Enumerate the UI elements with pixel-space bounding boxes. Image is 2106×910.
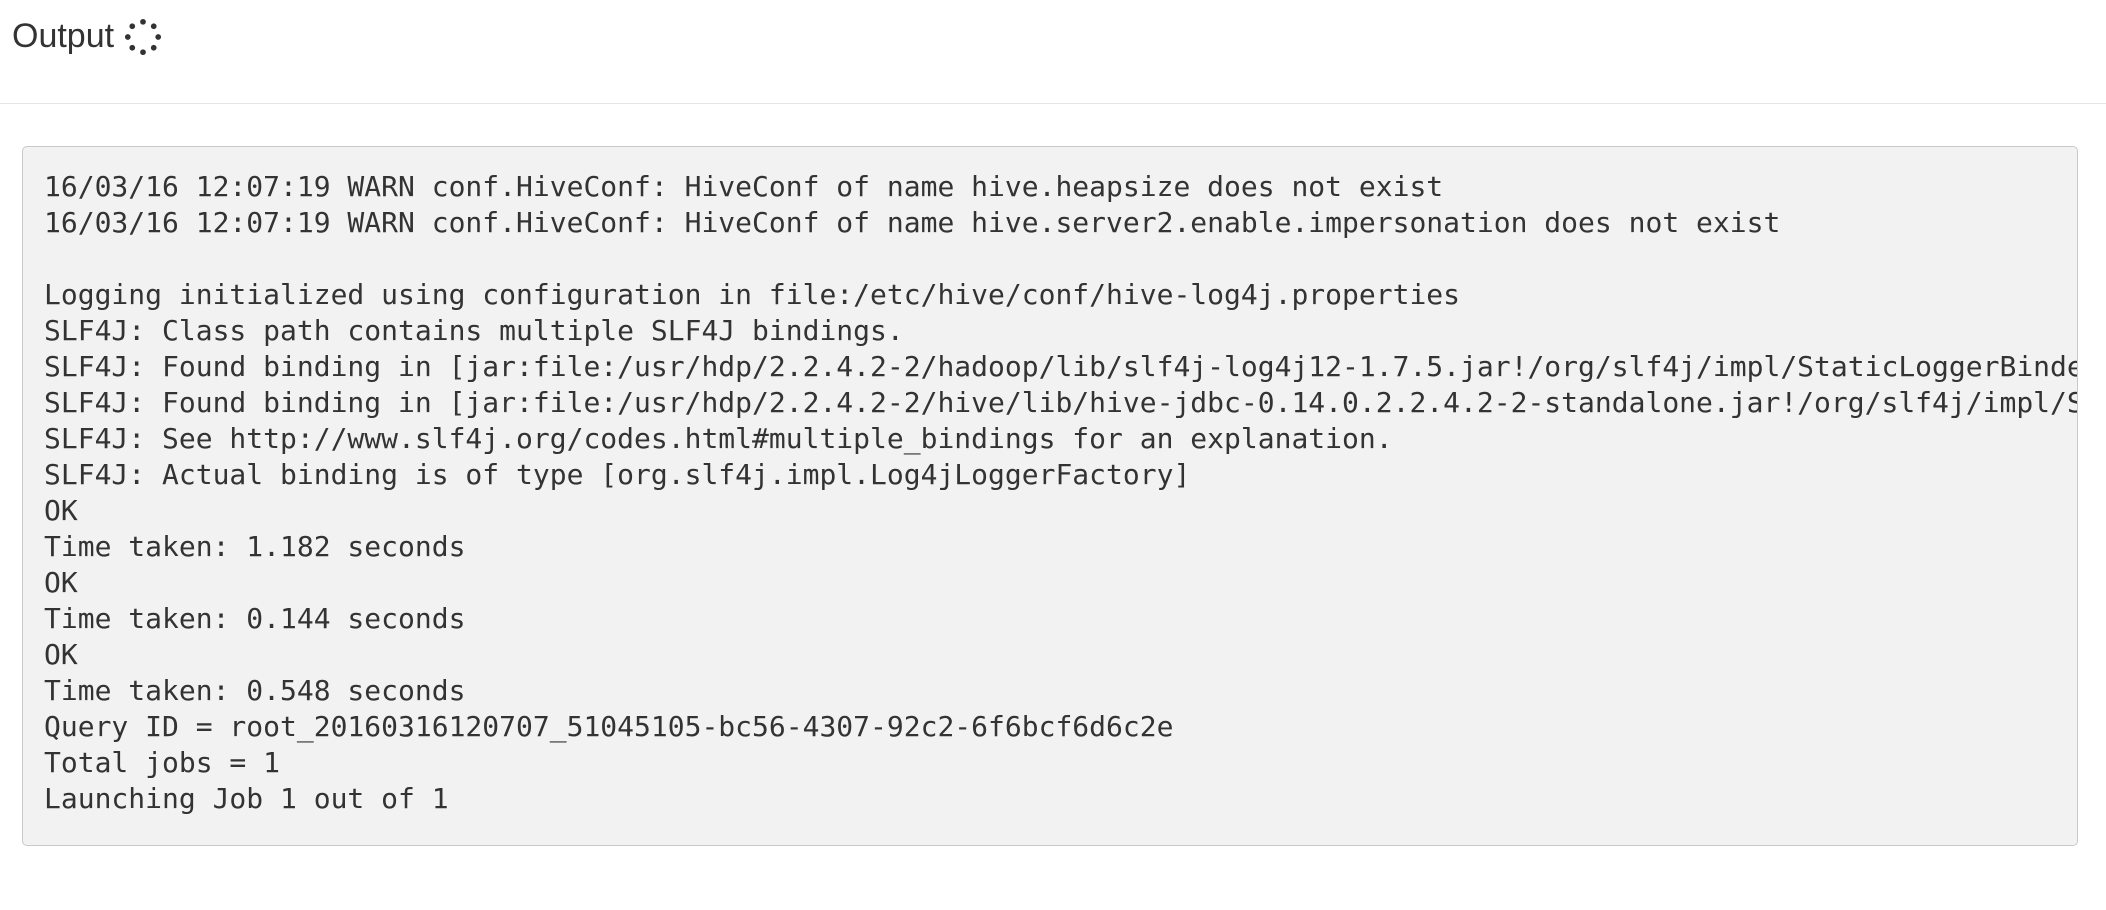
log-line: Logging initialized using configuration … xyxy=(44,278,1461,311)
log-line: 16/03/16 12:07:19 WARN conf.HiveConf: Hi… xyxy=(44,206,1781,239)
loading-spinner-icon xyxy=(125,18,162,56)
log-line: SLF4J: Found binding in [jar:file:/usr/h… xyxy=(44,350,2077,383)
spinner-dot xyxy=(150,44,157,51)
log-line: OK xyxy=(44,638,78,671)
output-header: Output xyxy=(0,0,2106,104)
spinner-dot xyxy=(125,34,131,40)
spinner-dot xyxy=(129,23,136,30)
spinner-dot xyxy=(140,18,146,25)
spinner-dot xyxy=(129,44,136,51)
log-line: Time taken: 0.548 seconds xyxy=(44,674,466,707)
log-line: Time taken: 0.144 seconds xyxy=(44,602,466,635)
output-console[interactable]: 16/03/16 12:07:19 WARN conf.HiveConf: Hi… xyxy=(22,146,2078,846)
spinner-dot xyxy=(140,49,146,56)
spinner-dot xyxy=(155,34,162,40)
page-title: Output xyxy=(12,17,115,55)
output-log: 16/03/16 12:07:19 WARN conf.HiveConf: Hi… xyxy=(44,169,2077,817)
log-line: OK xyxy=(44,494,78,527)
log-line: SLF4J: Actual binding is of type [org.sl… xyxy=(44,458,1191,491)
spinner-dot xyxy=(150,23,157,30)
log-line: SLF4J: Found binding in [jar:file:/usr/h… xyxy=(44,386,2077,419)
log-line: SLF4J: Class path contains multiple SLF4… xyxy=(44,314,904,347)
log-line: Launching Job 1 out of 1 xyxy=(44,782,449,815)
log-line: Total jobs = 1 xyxy=(44,746,281,779)
log-line: Query ID = root_20160316120707_51045105-… xyxy=(44,710,1174,743)
output-title-group: Output xyxy=(12,12,162,60)
log-line: SLF4J: See http://www.slf4j.org/codes.ht… xyxy=(44,422,1393,455)
log-line: 16/03/16 12:07:19 WARN conf.HiveConf: Hi… xyxy=(44,170,1444,203)
log-line: OK xyxy=(44,566,78,599)
log-line: Time taken: 1.182 seconds xyxy=(44,530,466,563)
